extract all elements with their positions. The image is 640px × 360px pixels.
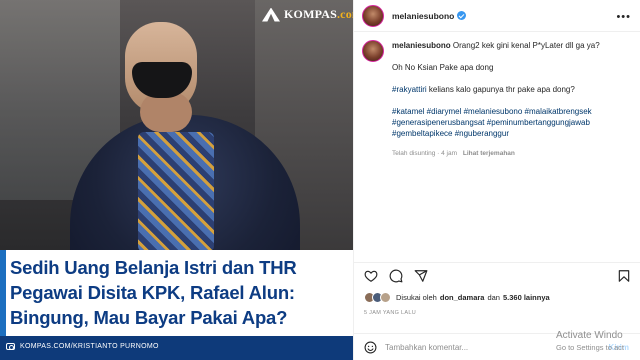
person-hands — [140, 92, 192, 132]
watermark-title: Activate Windo — [556, 330, 623, 341]
caption-text: Oh No Ksian Pake apa dong — [392, 63, 494, 72]
likes-prefix: Disukai oleh — [396, 293, 437, 302]
caption-body: melaniesubono Orang2 kek gini kenal P*yL… — [392, 40, 637, 159]
kompas-mark-icon — [262, 7, 280, 22]
hashtag-line[interactable]: #katamel #diarymel #melaniesubono #malai… — [392, 106, 637, 117]
likes-connector: dan — [487, 293, 500, 302]
avatar — [380, 292, 391, 303]
header-username[interactable]: melaniesubono — [392, 11, 454, 21]
emoji-icon[interactable] — [364, 341, 377, 354]
edited-time: Telah disunting · 4 jam — [392, 150, 458, 157]
verified-icon — [457, 11, 467, 20]
caption-text: kelians kalo gapunya thr pake apa dong? — [428, 85, 575, 94]
camera-icon — [6, 343, 15, 350]
headline-line: Sedih Uang Belanja Istri dan THR — [10, 257, 297, 278]
caption-meta: Telah disunting · 4 jam Lihat terjemahan — [392, 148, 637, 159]
avatar[interactable] — [362, 4, 384, 27]
headline-line: Pegawai Disita KPK, Rafael Alun: — [10, 282, 295, 303]
liker-username[interactable]: don_damara — [440, 293, 485, 302]
headline-accent — [0, 250, 6, 336]
comments-panel: melaniesubono ••• melaniesubono Orang2 k… — [353, 0, 640, 360]
kompas-logo: KOMPAS.com — [262, 7, 353, 22]
photo-credit: KOMPAS.COM/KRISTIANTO PURNOMO — [6, 343, 159, 350]
bookmark-icon[interactable] — [617, 269, 631, 283]
caption-text: Orang2 kek gini kenal P*yLater dll ga ya… — [452, 41, 600, 50]
more-options-icon[interactable]: ••• — [616, 11, 631, 23]
comment-input[interactable] — [385, 342, 565, 352]
likes-count[interactable]: 5.360 lainnya — [503, 293, 550, 302]
brand-name: KOMPAS — [284, 7, 337, 21]
hashtag-block: #katamel #diarymel #melaniesubono #malai… — [392, 106, 637, 139]
watermark-subtitle: Go to Settings to act — [556, 343, 624, 352]
action-bar — [354, 262, 640, 284]
hashtag-line[interactable]: #generasipenerusbangsat #peminumbertangg… — [392, 117, 637, 128]
brand-suffix: .com — [336, 7, 353, 21]
post-header: melaniesubono ••• — [354, 0, 640, 32]
share-icon[interactable] — [414, 269, 428, 283]
caption-username[interactable]: melaniesubono — [392, 41, 451, 50]
activation-watermark: Activate Windo Go to Settings to act — [556, 330, 624, 354]
news-headline: Sedih Uang Belanja Istri dan THR Pegawai… — [10, 255, 350, 330]
liker-avatars — [364, 292, 391, 303]
headline-line: Bingung, Mau Bayar Pakai Apa? — [10, 307, 288, 328]
likes-summary[interactable]: Disukai oleh don_damara dan 5.360 lainny… — [364, 292, 553, 303]
see-translation-link[interactable]: Lihat terjemahan — [463, 150, 515, 157]
heart-icon[interactable] — [364, 269, 378, 283]
caption: melaniesubono Orang2 kek gini kenal P*yL… — [362, 40, 637, 159]
post-image[interactable]: KOMPAS.com Sedih Uang Belanja Istri dan … — [0, 0, 353, 360]
post-time: 5 JAM YANG LALU — [364, 310, 416, 316]
comment-icon[interactable] — [389, 269, 403, 283]
person-shirt — [138, 132, 214, 252]
caption-avatar[interactable] — [362, 40, 384, 62]
hashtag-line[interactable]: #gembeltapikece #nguberanggur — [392, 128, 637, 139]
hashtag-rakyattiri[interactable]: #rakyattiri — [392, 85, 427, 94]
credit-text: KOMPAS.COM/KRISTIANTO PURNOMO — [20, 343, 159, 350]
